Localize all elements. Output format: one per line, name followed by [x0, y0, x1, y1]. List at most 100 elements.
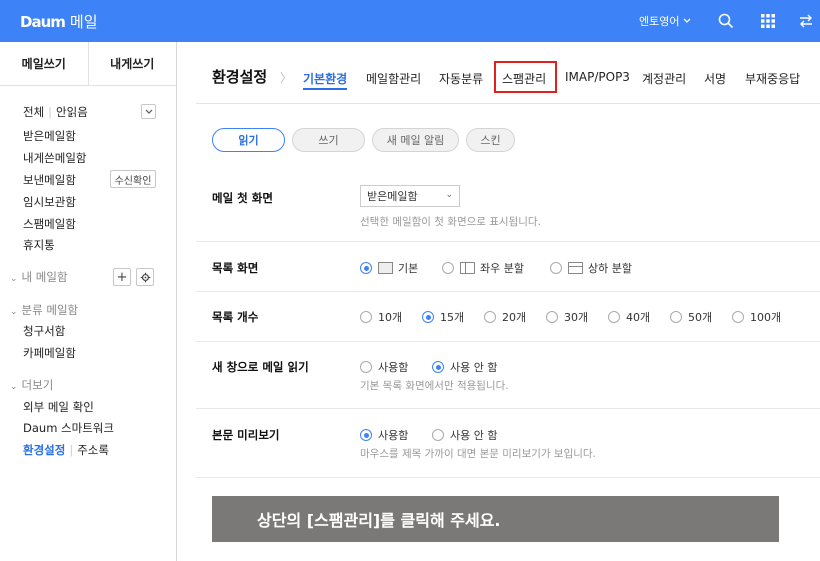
- subtab-skin[interactable]: 스킨: [466, 128, 515, 152]
- preview-on-radio[interactable]: 사용함: [360, 427, 408, 443]
- preview-off-radio[interactable]: 사용 안 함: [432, 427, 497, 443]
- classify-mailbox-group[interactable]: ⌄ 분류 메일함: [10, 302, 78, 318]
- apps-grid-icon[interactable]: [759, 12, 777, 30]
- classify-mailbox-label: 분류 메일함: [21, 303, 79, 317]
- folder-sent-to-self[interactable]: 내게쓴메일함: [23, 150, 86, 166]
- folder-drafts[interactable]: 임시보관함: [23, 194, 76, 210]
- layout-split-lr-icon: [460, 262, 475, 274]
- list-count-20-radio[interactable]: 20개: [484, 309, 526, 325]
- filter-separator: |: [48, 105, 53, 119]
- row-divider: [196, 341, 820, 342]
- list-count-40-label: 40개: [626, 311, 651, 324]
- row-divider: [196, 408, 820, 409]
- filter-row: 전체 | 안읽음: [23, 104, 88, 120]
- more-group[interactable]: ⌄ 더보기: [10, 377, 53, 393]
- subtab-read[interactable]: 읽기: [212, 128, 285, 152]
- tab-basic[interactable]: 기본환경: [303, 70, 348, 90]
- list-screen-tb-radio[interactable]: 상하 분할: [550, 260, 632, 276]
- list-count-100-radio[interactable]: 100개: [732, 309, 781, 325]
- subtab-write[interactable]: 쓰기: [292, 128, 365, 152]
- tab-signature[interactable]: 서명: [704, 70, 726, 87]
- chevron-down-icon: ⌄: [445, 190, 453, 200]
- tab-away-reply[interactable]: 부재중응답: [745, 70, 800, 87]
- settings-link[interactable]: 환경설정: [23, 443, 65, 457]
- tab-auto-classify[interactable]: 자동분류: [439, 70, 483, 87]
- gear-icon: [140, 272, 150, 282]
- row-divider: [196, 241, 820, 242]
- external-mail-link[interactable]: 외부 메일 확인: [23, 399, 94, 415]
- language-dropdown[interactable]: 엔토영어: [639, 13, 691, 29]
- chevron-right-icon: 〉: [280, 71, 293, 85]
- smartwork-link[interactable]: Daum 스마트워크: [23, 420, 114, 436]
- folder-inbox[interactable]: 받은메일함: [23, 128, 76, 144]
- daum-mail-logo[interactable]: Daum 메일: [20, 11, 98, 32]
- radio-icon: [432, 429, 444, 441]
- chevron-down-icon: ⌄: [10, 382, 18, 392]
- preview-label: 본문 미리보기: [212, 428, 280, 442]
- list-count-10-label: 10개: [378, 311, 403, 324]
- swap-arrows-icon[interactable]: [797, 12, 815, 30]
- list-screen-tb-label: 상하 분할: [588, 262, 632, 275]
- folder-cafe[interactable]: 카페메일함: [23, 345, 76, 361]
- language-label: 엔토영어: [639, 15, 680, 28]
- addressbook-link[interactable]: 주소록: [77, 443, 109, 457]
- folder-trash[interactable]: 휴지통: [23, 237, 55, 253]
- list-count-50-label: 50개: [688, 311, 713, 324]
- new-window-off-radio[interactable]: 사용 안 함: [432, 359, 497, 375]
- subtab-new-mail-alert[interactable]: 새 메일 알림: [372, 128, 459, 152]
- folder-bills[interactable]: 청구서함: [23, 323, 65, 339]
- new-window-off-label: 사용 안 함: [450, 361, 498, 374]
- compose-button[interactable]: 메일쓰기: [0, 42, 88, 85]
- chevron-down-icon: [145, 109, 152, 114]
- preview-off-label: 사용 안 함: [450, 429, 498, 442]
- first-screen-label: 메일 첫 화면: [212, 191, 273, 205]
- radio-icon: [608, 311, 620, 323]
- instruction-text: 상단의 [스팸관리]를 클릭해 주세요.: [257, 511, 501, 530]
- tab-account[interactable]: 계정관리: [642, 70, 686, 87]
- list-count-10-radio[interactable]: 10개: [360, 309, 402, 325]
- filter-unread[interactable]: 안읽음: [56, 105, 88, 119]
- chevron-down-icon: ⌄: [10, 307, 18, 317]
- list-count-50-radio[interactable]: 50개: [670, 309, 712, 325]
- mail-logo-text: 메일: [69, 13, 98, 31]
- list-screen-label: 목록 화면: [212, 261, 259, 275]
- tab-imap-pop3[interactable]: IMAP/POP3: [565, 70, 630, 84]
- add-mailbox-button[interactable]: +: [113, 268, 131, 286]
- list-screen-basic-radio[interactable]: 기본: [360, 260, 418, 276]
- spam-tab-highlight: [494, 61, 557, 93]
- radio-icon: [360, 311, 372, 323]
- plus-icon: +: [116, 269, 128, 285]
- list-count-30-radio[interactable]: 30개: [546, 309, 588, 325]
- settings-separator: |: [69, 443, 74, 457]
- read-receipt-button[interactable]: 수신확인: [110, 170, 156, 188]
- radio-selected-icon: [422, 311, 434, 323]
- folder-spam[interactable]: 스팸메일함: [23, 216, 76, 232]
- row-divider: [196, 477, 820, 478]
- expand-folders-toggle[interactable]: [141, 104, 156, 119]
- compose-to-self-button[interactable]: 내게쓰기: [87, 42, 177, 85]
- folder-sent[interactable]: 보낸메일함: [23, 172, 76, 188]
- my-mailbox-group[interactable]: ⌄ 내 메일함: [10, 269, 68, 285]
- mailbox-settings-button[interactable]: [136, 268, 154, 286]
- list-count-40-radio[interactable]: 40개: [608, 309, 650, 325]
- radio-icon: [484, 311, 496, 323]
- header-divider: [196, 103, 820, 104]
- row-divider: [196, 291, 820, 292]
- radio-selected-icon: [360, 262, 372, 274]
- new-window-on-radio[interactable]: 사용함: [360, 359, 408, 375]
- daum-logo-mark: Daum: [20, 12, 66, 31]
- my-mailbox-label: 내 메일함: [21, 270, 68, 284]
- list-count-15-radio[interactable]: 15개: [422, 309, 464, 325]
- first-screen-select[interactable]: 받은메일함 ⌄: [360, 185, 460, 207]
- list-count-label: 목록 개수: [212, 310, 259, 324]
- instruction-banner: 상단의 [스팸관리]를 클릭해 주세요.: [212, 496, 779, 542]
- compose-row: 메일쓰기 내게쓰기: [0, 42, 176, 86]
- list-count-20-label: 20개: [502, 311, 527, 324]
- search-icon[interactable]: [717, 12, 735, 30]
- tab-mailbox-manage[interactable]: 메일함관리: [366, 70, 421, 87]
- settings-row: 환경설정 | 주소록: [23, 442, 109, 458]
- list-screen-lr-radio[interactable]: 좌우 분할: [442, 260, 524, 276]
- filter-all[interactable]: 전체: [23, 105, 44, 119]
- list-count-15-label: 15개: [440, 311, 465, 324]
- radio-icon: [550, 262, 562, 274]
